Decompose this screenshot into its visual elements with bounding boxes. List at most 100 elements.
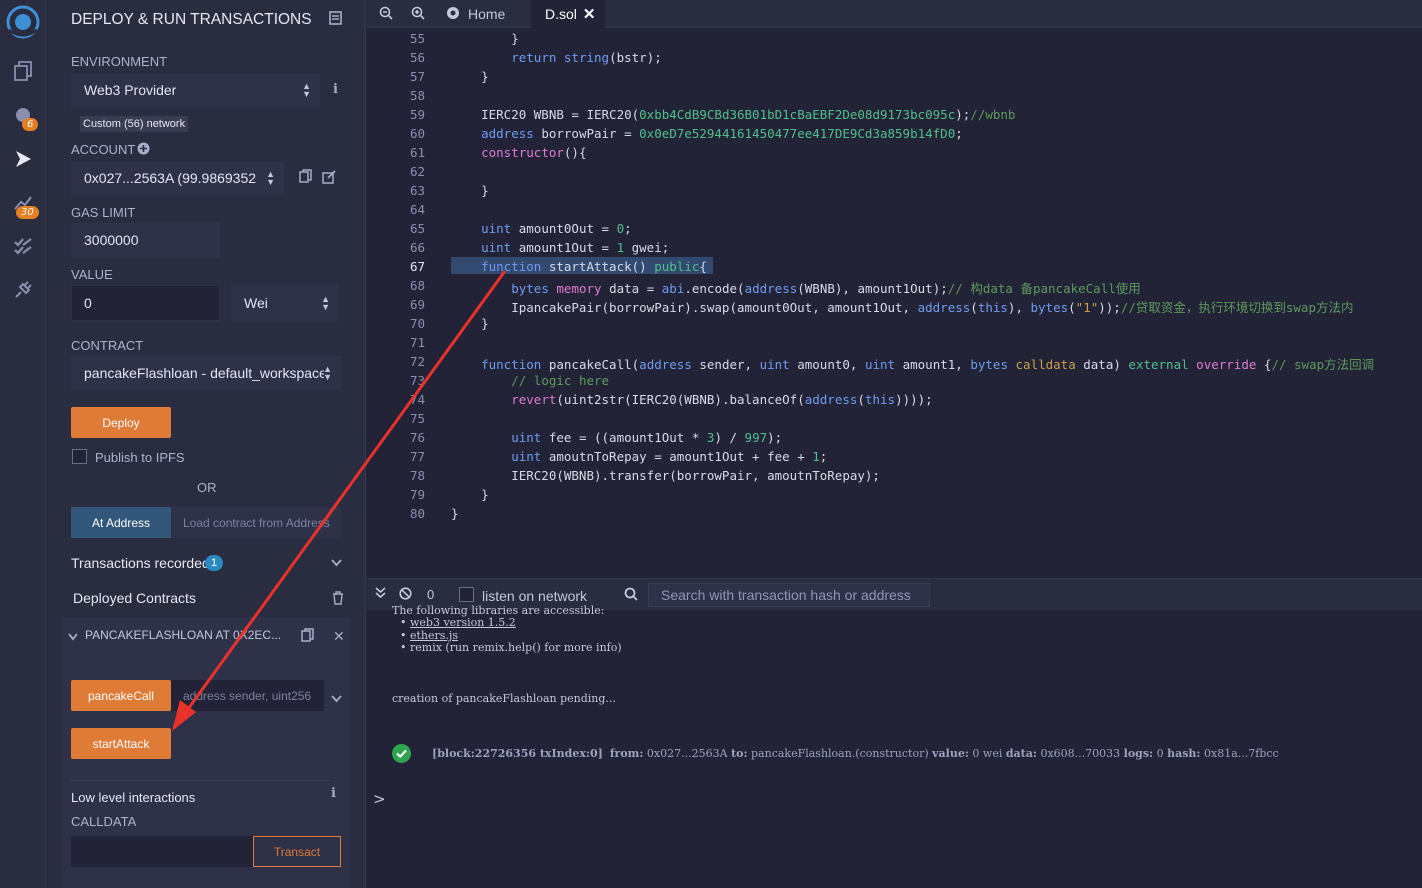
clear-console-icon[interactable] bbox=[399, 587, 412, 603]
value-unit: Wei bbox=[244, 295, 268, 311]
code-line: address borrowPair = 0x0eD7e529441614504… bbox=[481, 126, 963, 141]
tx-log-line[interactable]: [block:22726356 txIndex:0] from: 0x027..… bbox=[432, 747, 1279, 760]
transact-button[interactable]: Transact bbox=[253, 836, 341, 867]
code-line: constructor(){ bbox=[481, 145, 587, 160]
copy-account-icon[interactable] bbox=[299, 169, 312, 186]
lib-item: • web3 version 1.5.2 bbox=[400, 616, 516, 629]
copy-address-icon[interactable] bbox=[301, 628, 314, 645]
code-line: // logic here bbox=[511, 373, 610, 388]
account-value: 0x027...2563A (99.9869352 bbox=[84, 170, 257, 186]
contract-select[interactable]: pancakeFlashloan - default_workspace ▲ ▼ bbox=[71, 356, 341, 390]
select-arrows-icon: ▲ ▼ bbox=[302, 81, 311, 99]
line-number: 65 bbox=[409, 221, 425, 236]
pancakecall-input[interactable]: address sender, uint256 bbox=[171, 680, 324, 711]
code-line: revert(uint2str(IERC20(WBNB).balanceOf(a… bbox=[511, 392, 933, 407]
transactions-recorded-label[interactable]: Transactions recorded bbox=[71, 555, 210, 571]
line-number: 68 bbox=[409, 278, 425, 293]
console-prompt[interactable]: > bbox=[373, 790, 386, 808]
plugin-manager-icon[interactable] bbox=[10, 277, 36, 303]
publish-ipfs-label: Publish to IPFS bbox=[95, 450, 185, 465]
tx-logs-label: logs: bbox=[1123, 747, 1154, 760]
code-line: return string(bstr); bbox=[511, 50, 662, 65]
line-number: 74 bbox=[409, 392, 425, 407]
tx-to: pancakeFlashloan.(constructor) bbox=[751, 747, 929, 760]
line-number: 63 bbox=[409, 183, 425, 198]
select-arrows-icon: ▲ ▼ bbox=[266, 169, 275, 187]
deploy-run-icon[interactable] bbox=[10, 146, 36, 172]
editor-tabs: Home D.sol ✕ bbox=[367, 0, 1422, 28]
line-number: 77 bbox=[409, 449, 425, 464]
trash-icon[interactable] bbox=[332, 591, 344, 608]
tx-logs: 0 bbox=[1156, 747, 1164, 760]
line-number: 61 bbox=[409, 145, 425, 160]
calldata-label: CALLDATA bbox=[71, 814, 137, 829]
deploy-button[interactable]: Deploy bbox=[71, 407, 171, 438]
line-number: 79 bbox=[409, 487, 425, 502]
line-number: 66 bbox=[409, 240, 425, 255]
deployed-contracts-label: Deployed Contracts bbox=[73, 590, 196, 606]
low-level-info-icon[interactable]: i bbox=[331, 786, 336, 801]
line-number: 56 bbox=[409, 50, 425, 65]
value-label: VALUE bbox=[71, 267, 113, 282]
low-level-divider bbox=[71, 780, 331, 781]
network-badge: Custom (56) network bbox=[80, 116, 189, 132]
home-icon bbox=[445, 5, 461, 24]
close-tab-icon[interactable]: ✕ bbox=[583, 5, 596, 23]
code-line: function pancakeCall(address sender, uin… bbox=[481, 357, 1375, 372]
contract-value: pancakeFlashloan - default_workspace bbox=[84, 365, 324, 381]
select-arrows-icon: ▲ ▼ bbox=[321, 294, 330, 312]
edit-account-icon[interactable] bbox=[322, 170, 336, 187]
line-number: 76 bbox=[409, 430, 425, 445]
file-explorer-icon[interactable] bbox=[10, 58, 36, 84]
zoom-out-icon[interactable] bbox=[379, 6, 393, 23]
code-line: } bbox=[451, 487, 489, 502]
value-unit-select[interactable]: Wei ▲ ▼ bbox=[231, 285, 339, 321]
tab-file[interactable]: D.sol ✕ bbox=[531, 0, 605, 28]
tx-block: [block:22726356 txIndex:0] bbox=[432, 747, 603, 760]
instance-title[interactable]: PANCAKEFLASHLOAN AT 0X2EC...C bbox=[85, 628, 280, 642]
listen-network-checkbox[interactable] bbox=[459, 587, 474, 602]
pancakecall-button[interactable]: pancakeCall bbox=[71, 680, 171, 711]
line-number: 75 bbox=[409, 411, 425, 426]
expand-params-icon[interactable] bbox=[331, 691, 342, 706]
remix-logo-icon[interactable] bbox=[5, 4, 41, 40]
load-contract-input[interactable]: Load contract from Address bbox=[171, 507, 341, 538]
tab-home[interactable]: Home bbox=[445, 0, 531, 28]
or-divider-text: OR bbox=[197, 480, 217, 495]
code-line: uint fee = ((amount1Out * 3) / 997); bbox=[511, 430, 783, 445]
tx-search-input[interactable]: Search with transaction hash or address bbox=[648, 583, 930, 607]
publish-ipfs-checkbox[interactable] bbox=[72, 449, 87, 464]
transactions-recorded-count: 1 bbox=[205, 555, 223, 571]
code-editor[interactable]: 55 56 57 58 59 60 61 62 63 64 65 66 67 68 69 70 71 72 73 74… bbox=[367, 28, 1422, 552]
code-line: uint amount0Out = 0; bbox=[481, 221, 632, 236]
pending-message: creation of pancakeFlashloan pending... bbox=[392, 692, 616, 705]
collapse-terminal-icon[interactable] bbox=[375, 587, 386, 602]
minimize-panel-icon[interactable] bbox=[329, 11, 342, 28]
code-line: } bbox=[451, 31, 519, 46]
collapse-chevron-icon[interactable] bbox=[68, 629, 78, 644]
at-address-button[interactable]: At Address bbox=[71, 507, 171, 538]
line-number: 69 bbox=[409, 297, 425, 312]
startattack-button[interactable]: startAttack bbox=[71, 728, 171, 759]
success-check-icon bbox=[392, 744, 411, 763]
gas-limit-label: GAS LIMIT bbox=[71, 205, 136, 220]
chevron-down-icon[interactable] bbox=[331, 555, 342, 570]
environment-info-icon[interactable]: i bbox=[333, 82, 338, 97]
code-line: } bbox=[451, 316, 489, 331]
gas-limit-input[interactable]: 3000000 bbox=[71, 223, 220, 257]
unit-testing-icon[interactable] bbox=[10, 233, 36, 259]
value-amount: 0 bbox=[84, 295, 92, 311]
zoom-in-icon[interactable] bbox=[411, 6, 425, 23]
close-icon[interactable]: ✕ bbox=[333, 628, 345, 645]
remix-ide: 6 30 DEPLOY & RUN TRANSACTIONS ENVIRONME… bbox=[0, 0, 1422, 888]
tx-from: 0x027...2563A bbox=[646, 747, 728, 760]
add-account-icon[interactable] bbox=[137, 142, 150, 158]
account-select[interactable]: 0x027...2563A (99.9869352 ▲ ▼ bbox=[71, 161, 284, 195]
environment-select[interactable]: Web3 Provider ▲ ▼ bbox=[71, 73, 320, 107]
tx-from-label: from: bbox=[609, 747, 644, 760]
terminal-output[interactable]: The following libraries are accessible: … bbox=[367, 604, 1422, 888]
environment-value: Web3 Provider bbox=[84, 82, 177, 98]
value-input[interactable]: 0 bbox=[71, 285, 220, 321]
calldata-input[interactable] bbox=[71, 836, 253, 867]
low-level-label: Low level interactions bbox=[71, 790, 196, 805]
